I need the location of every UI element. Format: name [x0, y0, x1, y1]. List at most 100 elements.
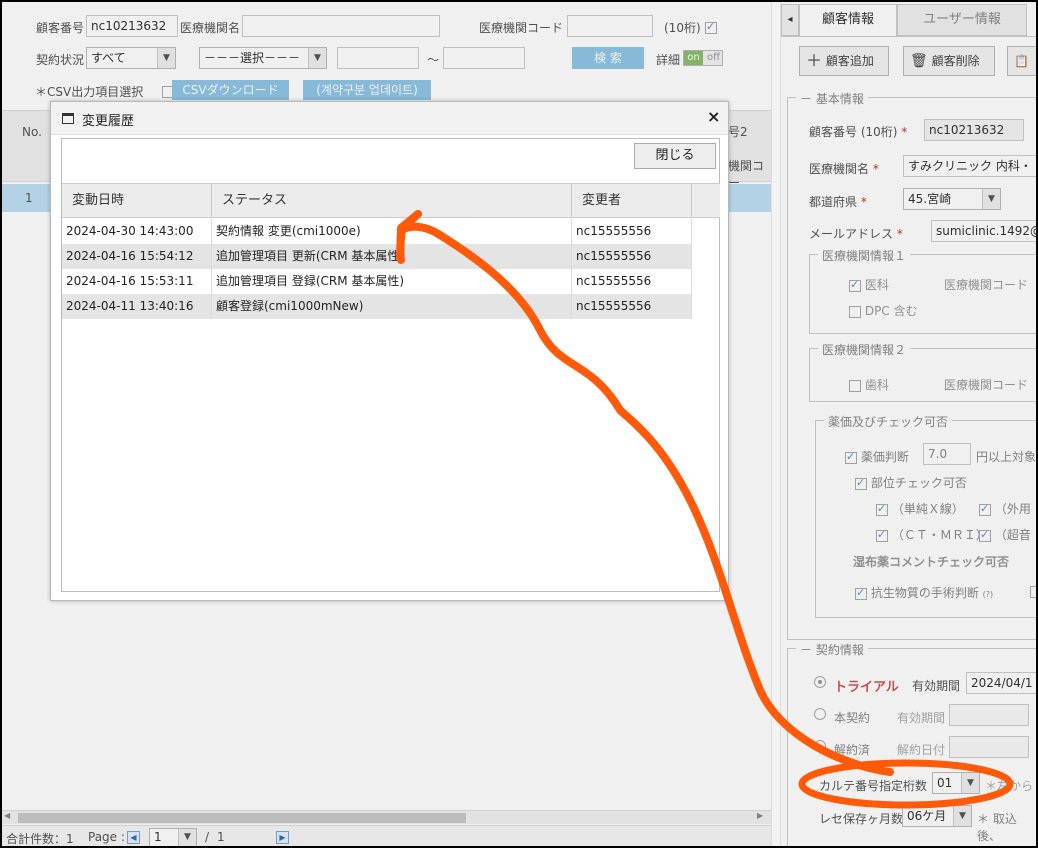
- dialog-titlebar[interactable]: 変更履歴 ×: [51, 102, 728, 135]
- trial-label: トライアル: [834, 680, 899, 695]
- external-checkbox[interactable]: [979, 502, 991, 516]
- close-button[interactable]: 閉じる: [634, 143, 716, 169]
- antibiotic-help[interactable]: (?): [983, 590, 994, 599]
- dental-checkbox[interactable]: [849, 379, 861, 392]
- drug-price-field[interactable]: 7.0: [923, 443, 971, 465]
- dpc-checkbox[interactable]: [849, 305, 861, 318]
- antibiotic-checkbox[interactable]: [855, 586, 867, 600]
- dpc-label: DPC 含む: [864, 304, 918, 318]
- facility-name-label: 医療機関名 *: [809, 162, 879, 176]
- med1-facility-code-label: 医療機関コード: [944, 278, 1029, 292]
- med-info1-title: 医療機関情報１: [818, 247, 911, 264]
- col-status[interactable]: ステータス: [212, 184, 572, 217]
- table-row[interactable]: 2024-04-16 15:54:12 追加管理項目 更新(CRM 基本属性) …: [62, 244, 692, 269]
- tab-divider: [781, 36, 1038, 37]
- trial-radio[interactable]: [814, 676, 826, 688]
- ct-mri-checkbox[interactable]: [876, 528, 888, 542]
- trial-valid-period-field[interactable]: 2024/04/1: [966, 672, 1038, 694]
- medical-label: 医科: [864, 278, 889, 292]
- chart-digits-select[interactable]: 01 ▼: [932, 772, 980, 794]
- cell-datetime: 2024-04-16 15:53:11: [62, 269, 212, 294]
- main-contract-radio[interactable]: [814, 708, 826, 720]
- tab-user-info[interactable]: ユーザー情報: [897, 4, 1027, 36]
- cell-datetime: 2024-04-30 14:43:00: [62, 219, 212, 244]
- med-info2-section: 医療機関情報２: [809, 341, 1038, 402]
- rece-months-select[interactable]: 06ケ月 ▼: [902, 805, 972, 827]
- trial-radio-dot: [818, 680, 822, 684]
- pref-label: 都道府県 *: [809, 195, 867, 209]
- antibiotic-wrap[interactable]: 抗生物質の手術判断 (?): [855, 584, 993, 601]
- external-wrap[interactable]: （外用: [979, 500, 1031, 517]
- cancel-date-label: 解約日付: [897, 743, 946, 757]
- table-row[interactable]: 2024-04-30 14:43:00 契約情報 変更(cmi1000e) nc…: [62, 219, 692, 244]
- col-user[interactable]: 変更者: [572, 184, 692, 217]
- cust-no-label-text: 顧客番号 (10桁): [809, 125, 898, 139]
- col-datetime[interactable]: 変動日時: [62, 184, 212, 217]
- extra-checkbox[interactable]: [1030, 585, 1038, 598]
- main-contract-label: 本契約: [834, 711, 871, 725]
- pref-select[interactable]: 45.宮崎 ▼: [903, 188, 1001, 210]
- cancel-date-field[interactable]: [949, 736, 1029, 758]
- close-icon[interactable]: ×: [707, 107, 720, 126]
- history-table-header: 変動日時 ステータス 変更者: [62, 183, 720, 218]
- chevron-down-icon: ▼: [982, 189, 1000, 209]
- ct-mri-wrap[interactable]: （ＣＴ・ＭＲＩ）: [876, 526, 988, 543]
- panel-splitter[interactable]: [771, 0, 781, 848]
- xray-wrap[interactable]: （単純Ｘ線）: [876, 500, 964, 517]
- delete-customer-label: 顧客削除: [931, 54, 980, 68]
- cell-user: nc15555556: [572, 294, 692, 319]
- window-icon: [62, 113, 74, 124]
- drug-check-title: 薬価及びチェック可否: [824, 413, 953, 430]
- cancelled-radio[interactable]: [814, 740, 826, 752]
- basic-info-title: － 基本情報: [796, 90, 868, 107]
- part-check-wrap[interactable]: 部位チェック可否: [855, 474, 967, 491]
- drug-price-label: 薬価判断: [860, 450, 909, 464]
- dialog-title: 変更履歴: [82, 114, 135, 129]
- cell-datetime: 2024-04-16 15:54:12: [62, 244, 212, 269]
- cell-datetime: 2024-04-11 13:40:16: [62, 294, 212, 319]
- cell-status: 追加管理項目 登録(CRM 基本属性): [212, 269, 572, 294]
- facility-name-field[interactable]: すみクリニック 内科・: [903, 155, 1038, 177]
- cell-status: 契約情報 変更(cmi1000e): [212, 219, 572, 244]
- add-customer-button[interactable]: ＋ 顧客追加: [799, 46, 889, 76]
- chevron-down-icon: ▼: [953, 806, 971, 826]
- email-label: メールアドレス *: [809, 227, 903, 241]
- copy-button[interactable]: 📋: [1007, 46, 1037, 76]
- email-field[interactable]: sumiclinic.1492@: [931, 220, 1038, 242]
- chart-digits-note: ＊左から: [985, 779, 1034, 793]
- customer-detail-panel: ◂ 顧客情報 ユーザー情報 ＋ 顧客追加 🗑 顧客削除 📋 － 基本情報 顧客番…: [781, 0, 1038, 848]
- cust-no-field[interactable]: nc10213632: [924, 119, 1024, 141]
- dpc-checkbox-wrap[interactable]: DPC 含む: [849, 302, 918, 319]
- cell-user: nc15555556: [572, 269, 692, 294]
- ultrasound-checkbox[interactable]: [979, 528, 991, 542]
- part-check-checkbox[interactable]: [855, 476, 867, 490]
- contract-info-title: － 契約情報: [796, 641, 868, 658]
- dental-label: 歯科: [864, 378, 889, 392]
- chart-digits-value: 01: [937, 776, 953, 790]
- delete-customer-button[interactable]: 🗑 顧客削除: [903, 46, 995, 76]
- table-row[interactable]: 2024-04-16 15:53:11 追加管理項目 登録(CRM 基本属性) …: [62, 269, 692, 294]
- medical-checkbox[interactable]: [849, 278, 861, 292]
- medical-checkbox-wrap[interactable]: 医科: [849, 276, 889, 293]
- trial-valid-period-label: 有効期間: [912, 679, 961, 693]
- tab-customer-info[interactable]: 顧客情報: [799, 4, 897, 36]
- cust-no-label: 顧客番号 (10桁) *: [809, 125, 908, 139]
- dental-checkbox-wrap[interactable]: 歯科: [849, 376, 889, 393]
- pref-label-text: 都道府県: [809, 195, 858, 209]
- table-row[interactable]: 2024-04-11 13:40:16 顧客登録(cmi1000mNew) nc…: [62, 294, 692, 319]
- change-history-dialog: 変更履歴 × 閉じる 変動日時 ステータス 変更者 2024-04-30 14:…: [50, 101, 729, 601]
- drug-price-wrap[interactable]: 薬価判断: [845, 448, 909, 465]
- xray-checkbox[interactable]: [876, 502, 888, 516]
- email-label-text: メールアドレス: [809, 227, 894, 241]
- cell-status: 顧客登録(cmi1000mNew): [212, 294, 572, 319]
- med2-facility-code-label: 医療機関コード: [944, 378, 1029, 392]
- tab-collapse[interactable]: ◂: [781, 4, 799, 36]
- basic-info-label: 基本情報: [815, 92, 864, 106]
- cell-user: nc15555556: [572, 244, 692, 269]
- drug-price-checkbox[interactable]: [845, 450, 857, 464]
- chart-digits-label: カルテ番号指定桁数: [819, 779, 928, 793]
- ultrasound-wrap[interactable]: （超音: [979, 526, 1031, 543]
- facility-name-label-text: 医療機関名: [809, 162, 870, 176]
- main-valid-period-field[interactable]: [949, 704, 1029, 726]
- ct-mri-label: （ＣＴ・ＭＲＩ）: [891, 528, 988, 542]
